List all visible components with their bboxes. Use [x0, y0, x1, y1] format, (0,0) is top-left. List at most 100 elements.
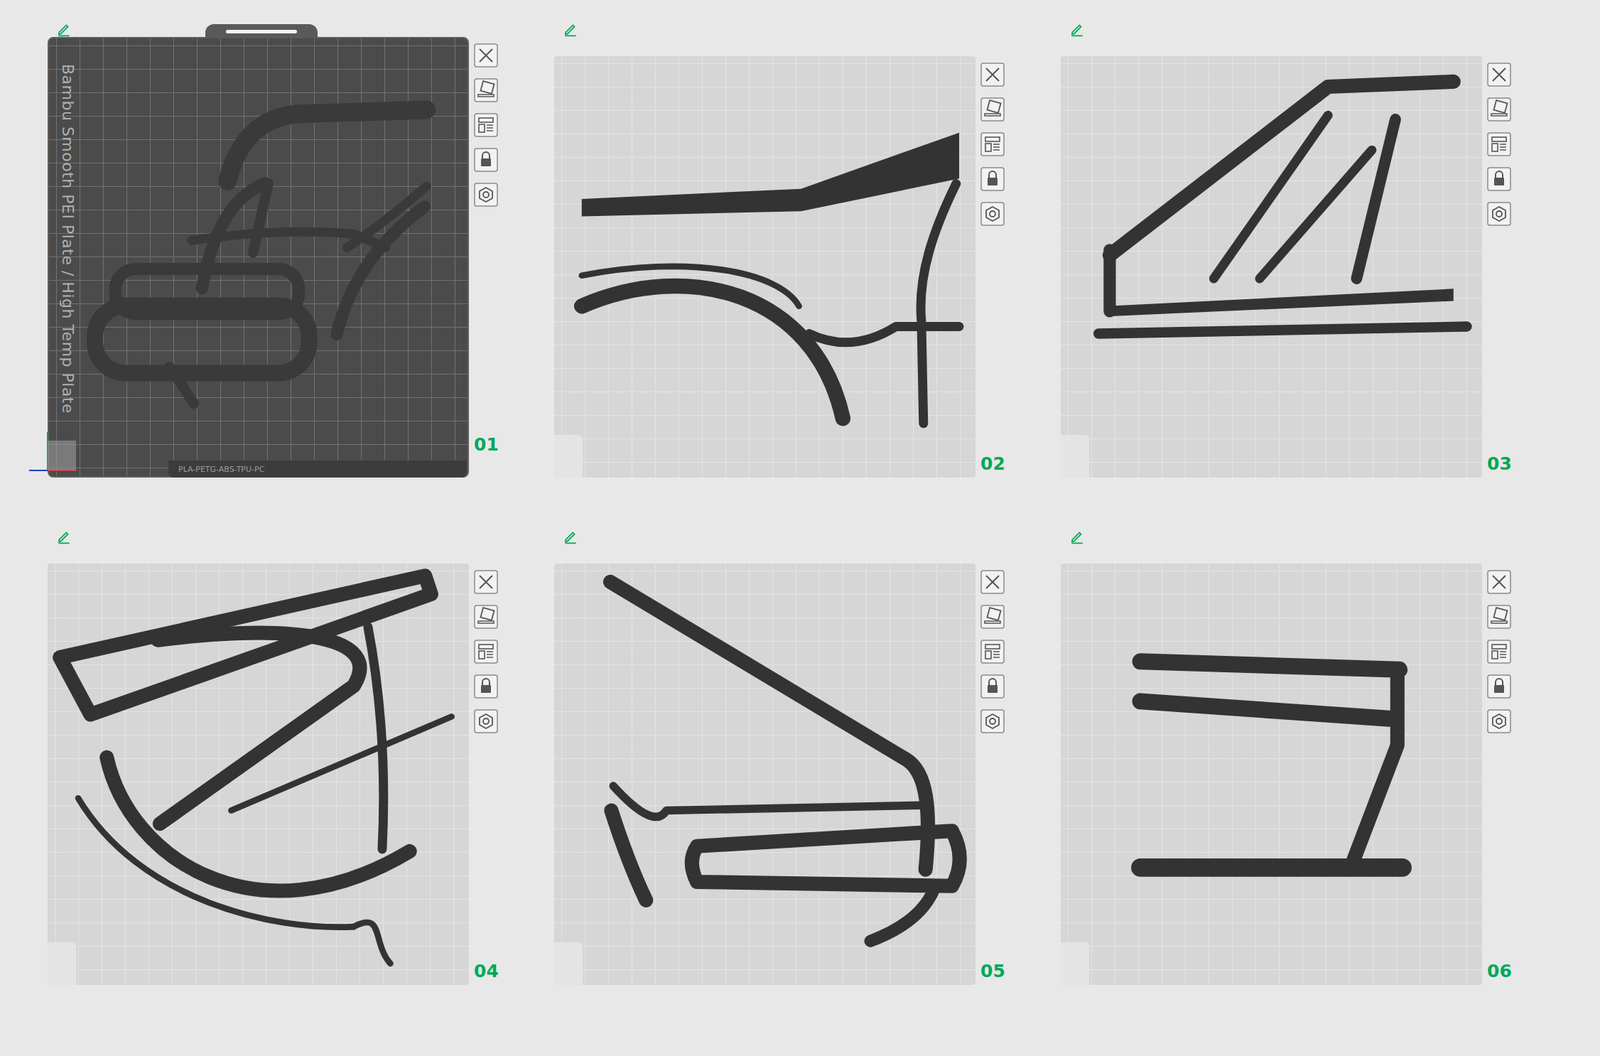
- edit-pencil-icon[interactable]: [562, 21, 579, 37]
- plate-corner: [554, 434, 583, 478]
- model-part[interactable]: [1351, 669, 1398, 866]
- model-part[interactable]: [1140, 661, 1400, 670]
- settings-icon[interactable]: [1487, 201, 1512, 226]
- plate-toolbar: 02: [980, 56, 1024, 478]
- model-part[interactable]: [611, 809, 646, 900]
- plate-models[interactable]: [1060, 563, 1483, 985]
- lock-icon[interactable]: [473, 674, 499, 699]
- arrange-icon[interactable]: [473, 112, 499, 138]
- lock-icon[interactable]: [1487, 166, 1512, 192]
- plate-models[interactable]: [1060, 56, 1483, 478]
- model-part[interactable]: [157, 633, 360, 824]
- lock-icon[interactable]: [473, 147, 499, 172]
- model-part[interactable]: [1103, 250, 1116, 312]
- build-plate[interactable]: [1060, 56, 1483, 478]
- model-part[interactable]: [581, 285, 844, 418]
- settings-icon[interactable]: [473, 182, 499, 207]
- plate-body: 03: [1060, 56, 1531, 478]
- arrange-icon[interactable]: [1487, 132, 1512, 157]
- plate-corner: [47, 942, 77, 985]
- auto-orient-icon[interactable]: [1487, 604, 1512, 629]
- plate-models[interactable]: [554, 56, 976, 478]
- close-icon[interactable]: [1487, 62, 1512, 87]
- model-part[interactable]: [1356, 119, 1396, 279]
- model-part[interactable]: [613, 785, 922, 817]
- model-part[interactable]: [581, 266, 800, 307]
- build-plate[interactable]: [554, 56, 976, 478]
- plate-models[interactable]: [554, 563, 976, 985]
- auto-orient-icon[interactable]: [980, 97, 1005, 122]
- model-part[interactable]: [115, 268, 299, 314]
- model-part[interactable]: [227, 110, 427, 182]
- model-part[interactable]: [610, 581, 928, 870]
- close-icon[interactable]: [1487, 569, 1512, 594]
- model-part[interactable]: [1106, 288, 1454, 317]
- settings-icon[interactable]: [980, 709, 1005, 734]
- close-icon[interactable]: [473, 569, 499, 594]
- model-part[interactable]: [870, 889, 934, 941]
- edit-pencil-icon[interactable]: [1069, 528, 1085, 545]
- plate-toolbar: 06: [1487, 563, 1530, 985]
- edit-pencil-icon[interactable]: [562, 528, 579, 545]
- arrange-icon[interactable]: [473, 639, 499, 664]
- build-plate[interactable]: [1060, 563, 1483, 985]
- arrange-icon[interactable]: [980, 639, 1005, 664]
- build-plate[interactable]: Bambu Smooth PEI Plate / High Temp Plate…: [47, 36, 469, 478]
- close-icon[interactable]: [980, 569, 1005, 594]
- auto-orient-icon[interactable]: [1487, 97, 1512, 122]
- model-part[interactable]: [346, 186, 427, 248]
- plate-header: [554, 528, 1024, 564]
- auto-orient-icon[interactable]: [980, 604, 1005, 629]
- plate-cell: 03: [1060, 21, 1531, 478]
- plate-models[interactable]: [49, 38, 471, 460]
- plate-cell: 02: [554, 21, 1024, 478]
- plate-strip: PLA-PETG-ABS-TPU-PC: [168, 460, 467, 478]
- edit-pencil-icon[interactable]: [56, 528, 72, 545]
- auto-orient-icon[interactable]: [473, 78, 499, 103]
- build-plate[interactable]: [554, 563, 976, 985]
- build-plate[interactable]: [47, 563, 469, 985]
- plate-corner: [1060, 434, 1090, 478]
- lock-icon[interactable]: [980, 674, 1005, 699]
- plate-body: 04: [47, 563, 518, 985]
- plate-overview: Bambu Smooth PEI Plate / High Temp Plate…: [0, 0, 1600, 1056]
- plate-body: Bambu Smooth PEI Plate / High Temp Plate…: [47, 36, 518, 478]
- settings-icon[interactable]: [1487, 709, 1512, 734]
- model-part[interactable]: [809, 326, 960, 342]
- model-part[interactable]: [692, 830, 960, 886]
- model-part[interactable]: [78, 797, 354, 927]
- arrange-icon[interactable]: [1487, 639, 1512, 664]
- edit-pencil-icon[interactable]: [1069, 21, 1085, 37]
- model-part[interactable]: [252, 183, 269, 253]
- close-icon[interactable]: [473, 43, 499, 68]
- plate-number: 03: [1487, 453, 1512, 475]
- plate-number: 01: [473, 434, 499, 456]
- auto-orient-icon[interactable]: [473, 604, 499, 629]
- plate-toolbar: 01: [473, 36, 517, 459]
- plate-toolbar: 03: [1487, 56, 1530, 478]
- plate-handle: [205, 24, 318, 39]
- settings-icon[interactable]: [980, 201, 1005, 226]
- arrange-icon[interactable]: [980, 132, 1005, 157]
- plate-number: 04: [473, 960, 499, 982]
- model-part[interactable]: [1213, 115, 1328, 279]
- lock-icon[interactable]: [1487, 674, 1512, 699]
- lock-icon[interactable]: [980, 166, 1005, 192]
- plate-body: 05: [554, 563, 1024, 985]
- model-part[interactable]: [920, 183, 957, 423]
- model-part[interactable]: [1109, 81, 1454, 256]
- model-part[interactable]: [1259, 149, 1372, 279]
- close-icon[interactable]: [980, 62, 1005, 87]
- edit-pencil-icon[interactable]: [56, 21, 72, 37]
- model-part[interactable]: [353, 922, 391, 964]
- model-part[interactable]: [1140, 701, 1389, 719]
- model-part[interactable]: [230, 716, 452, 810]
- plate-models[interactable]: [47, 563, 469, 985]
- model-part[interactable]: [368, 626, 384, 850]
- model-part[interactable]: [581, 132, 960, 217]
- model-part[interactable]: [1140, 858, 1403, 877]
- settings-icon[interactable]: [473, 709, 499, 734]
- plate-cell: Bambu Smooth PEI Plate / High Temp Plate…: [47, 21, 518, 478]
- model-part[interactable]: [1098, 326, 1467, 334]
- plate-corner: [1060, 942, 1090, 985]
